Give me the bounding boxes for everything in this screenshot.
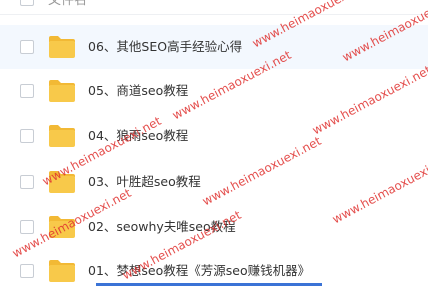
file-row[interactable]: 05、商道seo教程 <box>0 69 428 113</box>
file-name-link[interactable]: 02、seowhy夫唯seo教程 <box>88 218 236 236</box>
file-list-header: 文件名 <box>0 0 428 15</box>
row-checkbox[interactable] <box>20 40 34 54</box>
file-row[interactable]: 02、seowhy夫唯seo教程 <box>0 205 428 249</box>
file-name-link[interactable]: 05、商道seo教程 <box>88 82 188 100</box>
folder-icon <box>48 79 76 103</box>
row-checkbox[interactable] <box>20 220 34 234</box>
row-checkbox[interactable] <box>20 264 34 278</box>
file-row[interactable]: 06、其他SEO高手经验心得 <box>0 25 428 69</box>
folder-icon <box>48 170 76 194</box>
file-row[interactable]: 03、叶胜超seo教程 <box>0 160 428 204</box>
select-all-checkbox[interactable] <box>20 0 34 6</box>
file-name-link[interactable]: 04、狼雨seo教程 <box>88 127 188 145</box>
folder-icon <box>48 215 76 239</box>
column-header-filename[interactable]: 文件名 <box>48 0 87 9</box>
file-row[interactable]: 01、梦想seo教程《芳源seo赚钱机器》 <box>0 249 428 286</box>
row-checkbox[interactable] <box>20 84 34 98</box>
file-name-link[interactable]: 01、梦想seo教程《芳源seo赚钱机器》 <box>88 262 310 280</box>
row-checkbox[interactable] <box>20 129 34 143</box>
file-row[interactable]: 04、狼雨seo教程 <box>0 114 428 158</box>
file-list-panel: 文件名 06、其他SEO高手经验心得 05、商道seo教程 04、狼雨seo教程… <box>0 0 428 286</box>
row-checkbox[interactable] <box>20 175 34 189</box>
folder-icon <box>48 124 76 148</box>
folder-icon <box>48 259 76 283</box>
file-name-link[interactable]: 03、叶胜超seo教程 <box>88 173 201 191</box>
folder-icon <box>48 35 76 59</box>
file-name-link[interactable]: 06、其他SEO高手经验心得 <box>88 38 242 56</box>
